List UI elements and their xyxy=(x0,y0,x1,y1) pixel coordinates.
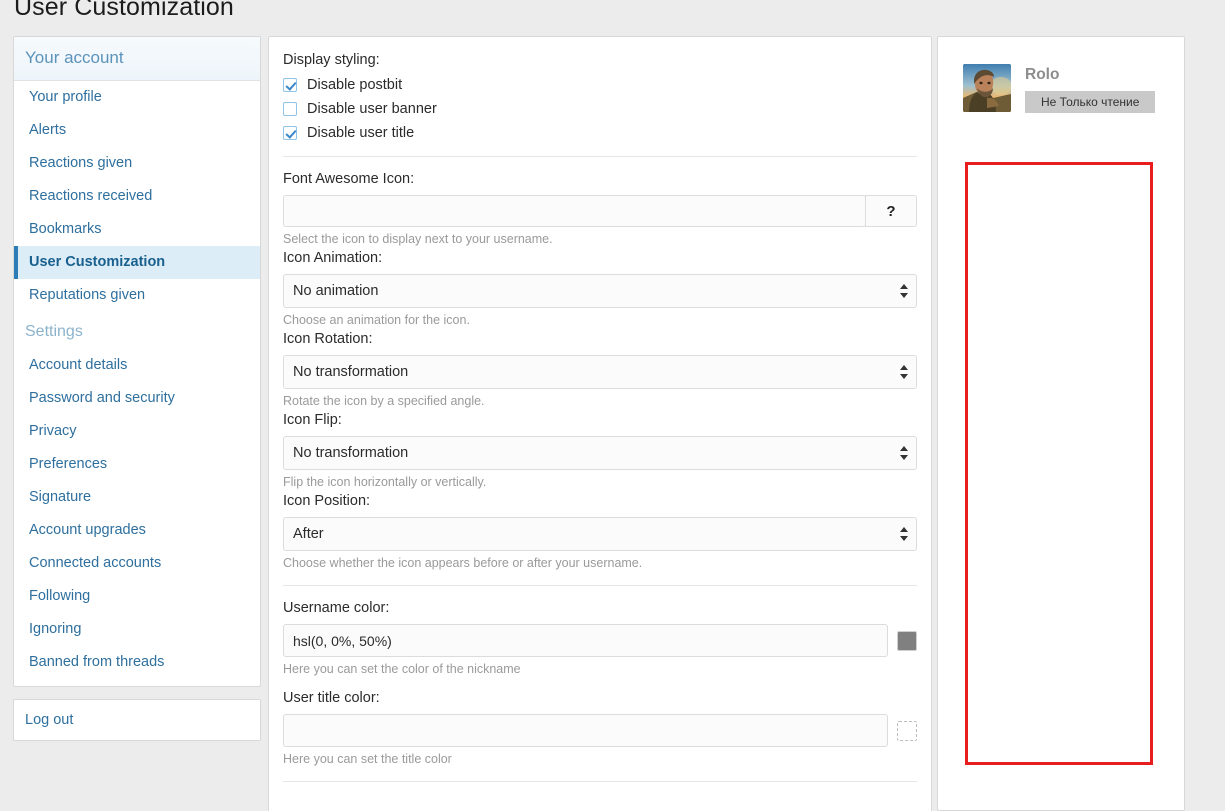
icon-animation-wrap: No animation xyxy=(283,274,917,308)
user-preview-panel: Rolo Не Только чтение xyxy=(937,36,1185,811)
sidebar-item-alerts[interactable]: Alerts xyxy=(14,114,260,147)
main-content-card: Display styling: Disable postbit Disable… xyxy=(268,36,932,811)
user-identity-block: Rolo Не Только чтение xyxy=(938,37,1184,113)
icon-rotation-hint: Rotate the icon by a specified angle. xyxy=(283,394,485,408)
sidebar-item-connected-accounts[interactable]: Connected accounts xyxy=(14,547,260,580)
icon-position-select[interactable]: After xyxy=(283,517,917,551)
sidebar-item-ignoring[interactable]: Ignoring xyxy=(14,613,260,646)
icon-position-label: Icon Position: xyxy=(283,493,371,509)
user-banner: Не Только чтение xyxy=(1025,91,1156,113)
sidebar-item-account-details[interactable]: Account details xyxy=(14,349,260,382)
sidebar-header-settings: Settings xyxy=(25,323,83,340)
checkbox-row-disable-user-title[interactable]: Disable user title xyxy=(283,124,917,142)
divider-3 xyxy=(283,781,917,782)
logout-button[interactable]: Log out xyxy=(14,700,260,740)
font-awesome-icon-input[interactable] xyxy=(283,195,866,227)
avatar[interactable] xyxy=(963,64,1011,112)
avatar-image xyxy=(963,64,1011,112)
checkbox-label-disable-user-banner: Disable user banner xyxy=(307,101,437,117)
checkbox-label-disable-postbit: Disable postbit xyxy=(307,77,403,93)
sidebar-item-password-and-security[interactable]: Password and security xyxy=(14,382,260,415)
username-color-row xyxy=(283,624,917,657)
checkbox-row-disable-postbit[interactable]: Disable postbit xyxy=(283,76,917,94)
user-meta: Rolo Не Только чтение xyxy=(1025,64,1156,113)
icon-animation-hint: Choose an animation for the icon. xyxy=(283,313,470,327)
user-title-color-hint: Here you can set the title color xyxy=(283,752,452,766)
checkbox-disable-user-title[interactable] xyxy=(283,126,297,140)
logout-card: Log out xyxy=(13,699,261,741)
divider-1 xyxy=(283,156,917,157)
username-color-input[interactable] xyxy=(283,624,888,657)
icon-position-wrap: After xyxy=(283,517,917,551)
page-title: User Customization xyxy=(14,0,234,21)
user-title-color-input[interactable] xyxy=(283,714,888,747)
sidebar-item-account-upgrades[interactable]: Account upgrades xyxy=(14,514,260,547)
icon-flip-hint: Flip the icon horizontally or vertically… xyxy=(283,475,487,489)
icon-rotation-wrap: No transformation xyxy=(283,355,917,389)
sidebar-item-preferences[interactable]: Preferences xyxy=(14,448,260,481)
icon-flip-select[interactable]: No transformation xyxy=(283,436,917,470)
username-color-hint: Here you can set the color of the nickna… xyxy=(283,662,521,676)
icon-flip-wrap: No transformation xyxy=(283,436,917,470)
display-styling-label: Display styling: xyxy=(283,52,380,68)
checkbox-disable-user-banner[interactable] xyxy=(283,102,297,116)
username-color-swatch[interactable] xyxy=(897,630,917,651)
user-title-color-swatch[interactable] xyxy=(897,720,917,741)
icon-animation-select[interactable]: No animation xyxy=(283,274,917,308)
checkbox-row-disable-user-banner[interactable]: Disable user banner xyxy=(283,100,917,118)
user-title-color-label: User title color: xyxy=(283,690,380,706)
font-awesome-icon-label: Font Awesome Icon: xyxy=(283,171,415,187)
sidebar-item-user-customization[interactable]: User Customization xyxy=(14,246,260,279)
icon-flip-label: Icon Flip: xyxy=(283,412,342,428)
font-awesome-help-button[interactable]: ? xyxy=(865,195,917,227)
sidebar-item-privacy[interactable]: Privacy xyxy=(14,415,260,448)
sidebar-item-reactions-given[interactable]: Reactions given xyxy=(14,147,260,180)
font-awesome-icon-row: ? xyxy=(283,195,917,227)
sidebar-item-signature[interactable]: Signature xyxy=(14,481,260,514)
username-color-label: Username color: xyxy=(283,600,390,616)
icon-rotation-label: Icon Rotation: xyxy=(283,331,373,347)
sidebar-item-reputations-given[interactable]: Reputations given xyxy=(14,279,260,312)
highlight-annotation-box xyxy=(965,162,1153,765)
icon-position-hint: Choose whether the icon appears before o… xyxy=(283,556,643,570)
username-label: Rolo xyxy=(1025,66,1060,83)
checkbox-disable-postbit[interactable] xyxy=(283,78,297,92)
sidebar-item-your-profile[interactable]: Your profile xyxy=(14,81,260,114)
sidebar-nav-card: Your account Your profile Alerts Reactio… xyxy=(13,36,261,687)
sidebar-item-bookmarks[interactable]: Bookmarks xyxy=(14,213,260,246)
sidebar-item-banned-from-threads[interactable]: Banned from threads xyxy=(14,646,260,679)
sidebar-item-following[interactable]: Following xyxy=(14,580,260,613)
icon-animation-label: Icon Animation: xyxy=(283,250,383,266)
sidebar-header-account: Your account xyxy=(14,37,260,81)
icon-rotation-select[interactable]: No transformation xyxy=(283,355,917,389)
page-root: User Customization Your account Your pro… xyxy=(0,0,1225,811)
sidebar-item-reactions-received[interactable]: Reactions received xyxy=(14,180,260,213)
divider-2 xyxy=(283,585,917,586)
font-awesome-icon-hint: Select the icon to display next to your … xyxy=(283,232,553,246)
user-title-color-row xyxy=(283,714,917,747)
checkbox-label-disable-user-title: Disable user title xyxy=(307,125,415,141)
sidebar: Your account Your profile Alerts Reactio… xyxy=(13,36,261,741)
